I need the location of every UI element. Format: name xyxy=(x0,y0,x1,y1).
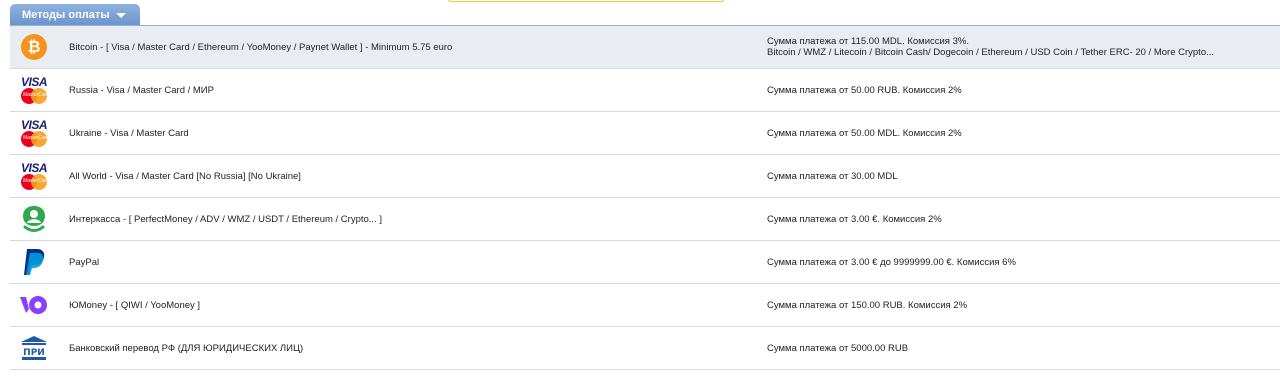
payment-method-info-line1: Сумма платежа от 50.00 MDL. Комиссия 2% xyxy=(767,127,962,139)
payment-method-row-russia[interactable]: VISA MasterCard Russia - Visa / Master C… xyxy=(10,69,1280,112)
payment-method-info: Сумма платежа от 3.00 €. Комиссия 2% xyxy=(767,198,942,240)
payment-methods-tab-label: Методы оплаты xyxy=(22,8,110,21)
payment-method-info: Сумма платежа от 5000.00 RUB xyxy=(767,327,908,369)
payment-method-info: Сумма платежа от 30.00 MDL xyxy=(767,155,898,197)
visa-mastercard-icon: VISA MasterCard xyxy=(18,75,50,105)
payment-method-name: All World - Visa / Master Card [No Russi… xyxy=(69,170,301,182)
payment-method-info: Сумма платежа от 50.00 MDL. Комиссия 2% xyxy=(767,112,962,154)
payment-method-row-paypal[interactable]: PayPal Сумма платежа от 3.00 € до 999999… xyxy=(10,241,1280,284)
payment-method-info-line1: Сумма платежа от 30.00 MDL xyxy=(767,170,898,182)
visa-mastercard-icon: VISA MasterCard xyxy=(18,118,50,148)
payment-method-name: Банковский перевод РФ (ДЛЯ ЮРИДИЧЕСКИХ Л… xyxy=(69,342,304,354)
bitcoin-icon: ₿ xyxy=(18,32,50,62)
notice-banner-edge xyxy=(447,0,725,2)
payment-method-name: ЮMoney - [ QIWI / YooMoney ] xyxy=(69,299,201,311)
payment-method-info-line1: Сумма платежа от 3.00 €. Комиссия 2% xyxy=(767,213,942,225)
payment-method-info: Сумма платежа от 150.00 RUB. Комиссия 2% xyxy=(767,284,967,326)
interkassa-icon xyxy=(18,204,50,234)
payment-method-name: Ukraine - Visa / Master Card xyxy=(69,127,189,139)
paypal-icon xyxy=(18,247,50,277)
svg-text:ПРИ: ПРИ xyxy=(23,348,45,358)
payment-method-info: Сумма платежа от 50.00 RUB. Комиссия 2% xyxy=(767,69,962,111)
payment-method-row-all-world[interactable]: VISA MasterCard All World - Visa / Maste… xyxy=(10,155,1280,198)
bank-transfer-icon: ПРИ xyxy=(18,333,50,363)
visa-mastercard-icon: VISA MasterCard xyxy=(18,161,50,191)
payment-method-info-line1: Сумма платежа от 3.00 € до 9999999.00 €.… xyxy=(767,256,1016,268)
payment-method-info-line2: Bitcoin / WMZ / Litecoin / Bitcoin Cash/… xyxy=(767,47,1215,58)
payment-method-info-line1: Сумма платежа от 50.00 RUB. Комиссия 2% xyxy=(767,84,962,96)
payment-method-row-ukraine[interactable]: VISA MasterCard Ukraine - Visa / Master … xyxy=(10,112,1280,155)
payment-method-info-line1: Сумма платежа от 150.00 RUB. Комиссия 2% xyxy=(767,299,968,311)
payment-methods-tab[interactable]: Методы оплаты xyxy=(10,4,140,25)
payment-method-row-bank-transfer[interactable]: ПРИ Банковский перевод РФ (ДЛЯ ЮРИДИЧЕСК… xyxy=(10,327,1280,370)
payment-method-info-line1: Сумма платежа от 115.00 MDL. Комиссия 3%… xyxy=(767,36,969,47)
chevron-down-icon[interactable] xyxy=(115,12,126,18)
payment-method-name: PayPal xyxy=(69,256,100,268)
payment-method-row-interkassa[interactable]: Интеркасса - [ PerfectMoney / ADV / WMZ … xyxy=(10,198,1280,241)
payment-method-name: Bitcoin - [ Visa / Master Card / Ethereu… xyxy=(69,41,453,53)
payment-methods-list: ₿ Bitcoin - [ Visa / Master Card / Ether… xyxy=(10,26,1280,370)
payment-method-name: Интеркасса - [ PerfectMoney / ADV / WMZ … xyxy=(69,213,382,225)
payment-method-name: Russia - Visa / Master Card / МИР xyxy=(69,84,214,96)
payment-method-row-bitcoin[interactable]: ₿ Bitcoin - [ Visa / Master Card / Ether… xyxy=(10,26,1280,69)
payment-method-info-line1: Сумма платежа от 5000.00 RUB xyxy=(767,342,909,354)
payment-method-info: Сумма платежа от 3.00 € до 9999999.00 €.… xyxy=(767,241,1016,283)
payment-method-info: Сумма платежа от 115.00 MDL. Комиссия 3%… xyxy=(767,26,1214,68)
payment-method-row-yoomoney[interactable]: ЮMoney - [ QIWI / YooMoney ] Сумма плате… xyxy=(10,284,1280,327)
yoomoney-icon xyxy=(18,290,50,320)
